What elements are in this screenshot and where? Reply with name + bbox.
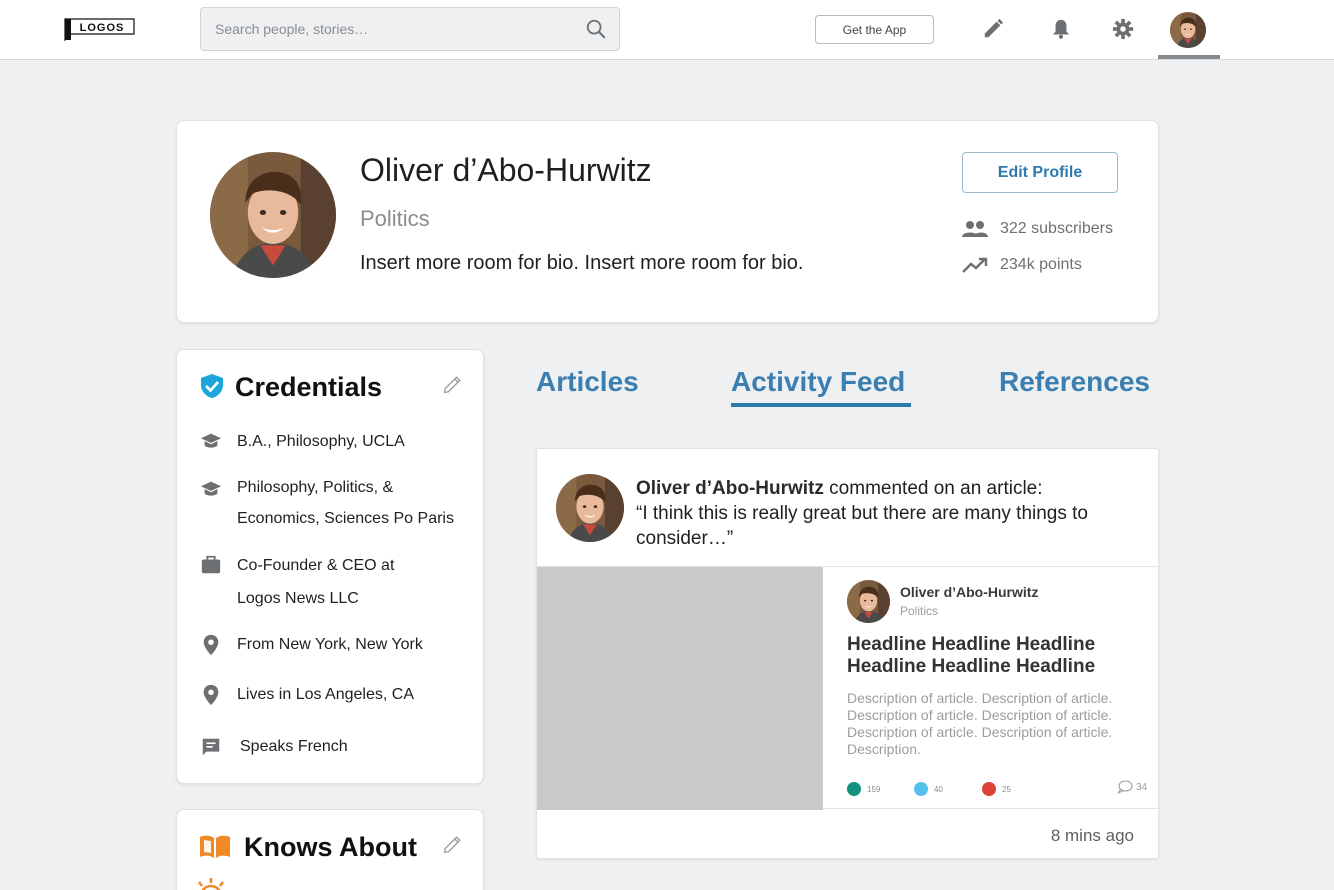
trending-up-icon	[962, 257, 988, 273]
points-count-text: 234k points	[1000, 256, 1082, 273]
knows-about-card: Knows About	[176, 809, 484, 890]
edit-credentials-icon[interactable]	[441, 374, 463, 396]
reaction-dot	[982, 782, 996, 796]
location-pin-icon	[203, 634, 219, 656]
search-icon[interactable]	[585, 18, 607, 40]
activity-actor-name[interactable]: Oliver d’Abo-Hurwitz	[636, 478, 824, 499]
graduation-cap-icon	[200, 481, 222, 496]
credentials-title: Credentials	[235, 372, 383, 402]
comment-icon	[1117, 780, 1133, 794]
credential-text-line: Economics, Sciences Po Paris	[237, 510, 454, 527]
tab-activity-feed[interactable]: Activity Feed	[731, 366, 905, 398]
credential-text: Lives in Los Angeles, CA	[237, 686, 414, 703]
edit-profile-button[interactable]: Edit Profile	[962, 152, 1118, 193]
reaction-dot	[914, 782, 928, 796]
reaction-green[interactable]: 159	[847, 782, 880, 796]
credential-text: Philosophy, Politics, & Economics, Scien…	[237, 472, 454, 534]
activity-action: commented on an article:	[823, 478, 1043, 499]
subscriber-count: 322 subscribers	[962, 218, 1113, 240]
tab-articles[interactable]: Articles	[536, 366, 639, 398]
points-count: 234k points	[962, 254, 1082, 276]
bell-icon[interactable]	[1050, 18, 1072, 40]
activity-timestamp: 8 mins ago	[1050, 826, 1134, 845]
speech-bubble-icon	[202, 738, 220, 756]
logos-logo[interactable]: LOGOS	[64, 16, 136, 42]
article-author-avatar[interactable]	[847, 580, 890, 623]
active-tab-indicator	[731, 403, 911, 407]
pencil-icon[interactable]	[982, 18, 1004, 40]
get-the-app-button[interactable]: Get the App	[815, 15, 934, 44]
comment-count-text: 34	[1136, 781, 1148, 793]
search-input[interactable]	[215, 8, 575, 50]
article-description: Description of article. Description of a…	[847, 690, 1113, 757]
article-image-placeholder[interactable]	[537, 567, 823, 810]
gear-icon[interactable]	[1112, 18, 1134, 40]
credential-text: B.A., Philosophy, UCLA	[237, 433, 405, 450]
credential-text: From New York, New York	[237, 636, 423, 653]
reaction-dot	[847, 782, 861, 796]
profile-card: Oliver d’Abo-Hurwitz Politics Insert mor…	[176, 120, 1159, 323]
credential-text-line: Philosophy, Politics, &	[237, 479, 394, 496]
comment-count[interactable]: 34	[1117, 780, 1147, 794]
reaction-blue[interactable]: 40	[914, 782, 943, 796]
edit-knows-about-icon[interactable]	[441, 834, 463, 856]
reaction-count: 40	[934, 784, 943, 794]
graduation-cap-icon	[200, 433, 222, 448]
location-pin-icon	[203, 684, 219, 706]
top-navigation-bar: LOGOS Get the App	[0, 0, 1334, 60]
active-nav-indicator	[1158, 55, 1220, 59]
sun-icon	[198, 878, 224, 890]
profile-name: Oliver d’Abo-Hurwitz	[360, 152, 652, 188]
activity-quote: “I think this is really great but there …	[636, 503, 1088, 549]
article-author-name[interactable]: Oliver d’Abo-Hurwitz	[900, 584, 1038, 600]
search-box	[200, 7, 620, 51]
credential-text-line: Co-Founder & CEO at	[237, 557, 395, 574]
profile-bio: Insert more room for bio. Insert more ro…	[360, 252, 804, 274]
article-headline[interactable]: Headline Headline Headline Headline Head…	[847, 634, 1137, 678]
subscriber-count-text: 322 subscribers	[1000, 220, 1113, 237]
reaction-red[interactable]: 25	[982, 782, 1011, 796]
profile-avatar	[210, 152, 336, 278]
briefcase-icon	[201, 555, 221, 574]
article-topic: Politics	[900, 604, 939, 618]
reaction-count: 159	[867, 784, 881, 794]
activity-text: Oliver d’Abo-Hurwitz commented on an art…	[636, 476, 1136, 551]
profile-topic: Politics	[360, 206, 430, 231]
open-book-icon	[200, 835, 230, 858]
reaction-count: 25	[1002, 784, 1011, 794]
credential-text-line: Logos News LLC	[237, 590, 359, 607]
activity-avatar[interactable]	[556, 474, 624, 542]
logo-text: LOGOS	[80, 22, 125, 34]
people-icon	[962, 221, 988, 237]
tab-references[interactable]: References	[999, 366, 1150, 398]
knows-about-title: Knows About	[244, 832, 417, 862]
credential-text: Co-Founder & CEO at Logos News LLC	[237, 550, 394, 614]
article-preview[interactable]: Oliver d’Abo-Hurwitz Politics Headline H…	[537, 566, 1158, 810]
user-avatar[interactable]	[1170, 12, 1206, 48]
activity-feed-item: Oliver d’Abo-Hurwitz commented on an art…	[536, 448, 1159, 859]
verified-shield-icon	[201, 374, 223, 398]
credentials-card: Credentials B.A., Philosophy, UCLA Philo…	[176, 349, 484, 784]
credential-text: Speaks French	[240, 738, 348, 755]
